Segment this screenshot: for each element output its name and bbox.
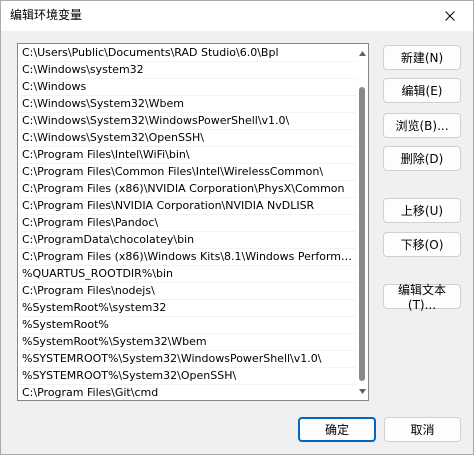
path-list-items: C:\Users\Public\Documents\RAD Studio\6.0… (19, 45, 356, 400)
path-list-item[interactable]: %QUARTUS_ROOTDIR%\bin (19, 266, 356, 283)
path-list-item[interactable]: C:\Program Files (x86)\Windows Kits\8.1\… (19, 249, 356, 266)
scroll-down-button[interactable] (356, 385, 368, 397)
window-title: 编辑环境变量 (10, 8, 83, 22)
browse-button[interactable]: 浏览(B)... (383, 113, 461, 138)
scroll-up-arrow-icon (358, 50, 366, 56)
path-list-item[interactable]: C:\Program Files (x86)\NVIDIA Corporatio… (19, 181, 356, 198)
title-bar: 编辑环境变量 (1, 1, 473, 31)
path-list-item[interactable]: C:\Users\Public\Documents\RAD Studio\6.0… (19, 45, 356, 62)
edit-button[interactable]: 编辑(E) (383, 78, 461, 103)
path-list-item[interactable]: %SYSTEMROOT%\System32\OpenSSH\ (19, 368, 356, 385)
close-button[interactable] (427, 1, 473, 31)
path-list-item[interactable]: %SystemRoot%\System32\Wbem (19, 334, 356, 351)
path-list-item[interactable]: C:\Windows\System32\WindowsPowerShell\v1… (19, 113, 356, 130)
path-list-item[interactable]: C:\Windows\System32\Wbem (19, 96, 356, 113)
scroll-down-arrow-icon (358, 388, 366, 394)
path-list-item[interactable]: C:\Program Files\Common Files\Intel\Wire… (19, 164, 356, 181)
vertical-scrollbar[interactable] (356, 45, 368, 399)
path-list[interactable]: C:\Users\Public\Documents\RAD Studio\6.0… (17, 43, 369, 401)
delete-button[interactable]: 删除(D) (383, 146, 461, 171)
path-list-item[interactable]: C:\Program Files\nodejs\ (19, 283, 356, 300)
path-list-item[interactable]: C:\Windows\System32\OpenSSH\ (19, 130, 356, 147)
edit-env-variable-dialog: 编辑环境变量 C:\Users\Public\Documents\RAD Stu… (0, 0, 474, 455)
path-list-item[interactable]: %SYSTEMROOT%\System32\WindowsPowerShell\… (19, 351, 356, 368)
path-list-item[interactable]: C:\Program Files\Pandoc\ (19, 215, 356, 232)
path-list-item[interactable]: %SystemRoot% (19, 317, 356, 334)
ok-button[interactable]: 确定 (298, 417, 376, 442)
new-button[interactable]: 新建(N) (383, 45, 461, 70)
path-list-item[interactable]: C:\ProgramData\chocolatey\bin (19, 232, 356, 249)
move-down-button[interactable]: 下移(O) (383, 232, 461, 257)
path-list-item[interactable]: %SystemRoot%\system32 (19, 300, 356, 317)
scroll-up-button[interactable] (356, 47, 368, 59)
path-list-item[interactable]: C:\Program Files\Git\cmd (19, 385, 356, 400)
cancel-button[interactable]: 取消 (384, 417, 461, 442)
path-list-item[interactable]: C:\Program Files\NVIDIA Corporation\NVID… (19, 198, 356, 215)
path-list-item[interactable]: C:\Windows\system32 (19, 62, 356, 79)
path-list-item[interactable]: C:\Windows (19, 79, 356, 96)
edit-text-button[interactable]: 编辑文本(T)... (383, 283, 461, 312)
close-icon (445, 11, 455, 21)
scroll-thumb[interactable] (359, 87, 365, 381)
move-up-button[interactable]: 上移(U) (383, 198, 461, 223)
path-list-item[interactable]: C:\Program Files\Intel\WiFi\bin\ (19, 147, 356, 164)
